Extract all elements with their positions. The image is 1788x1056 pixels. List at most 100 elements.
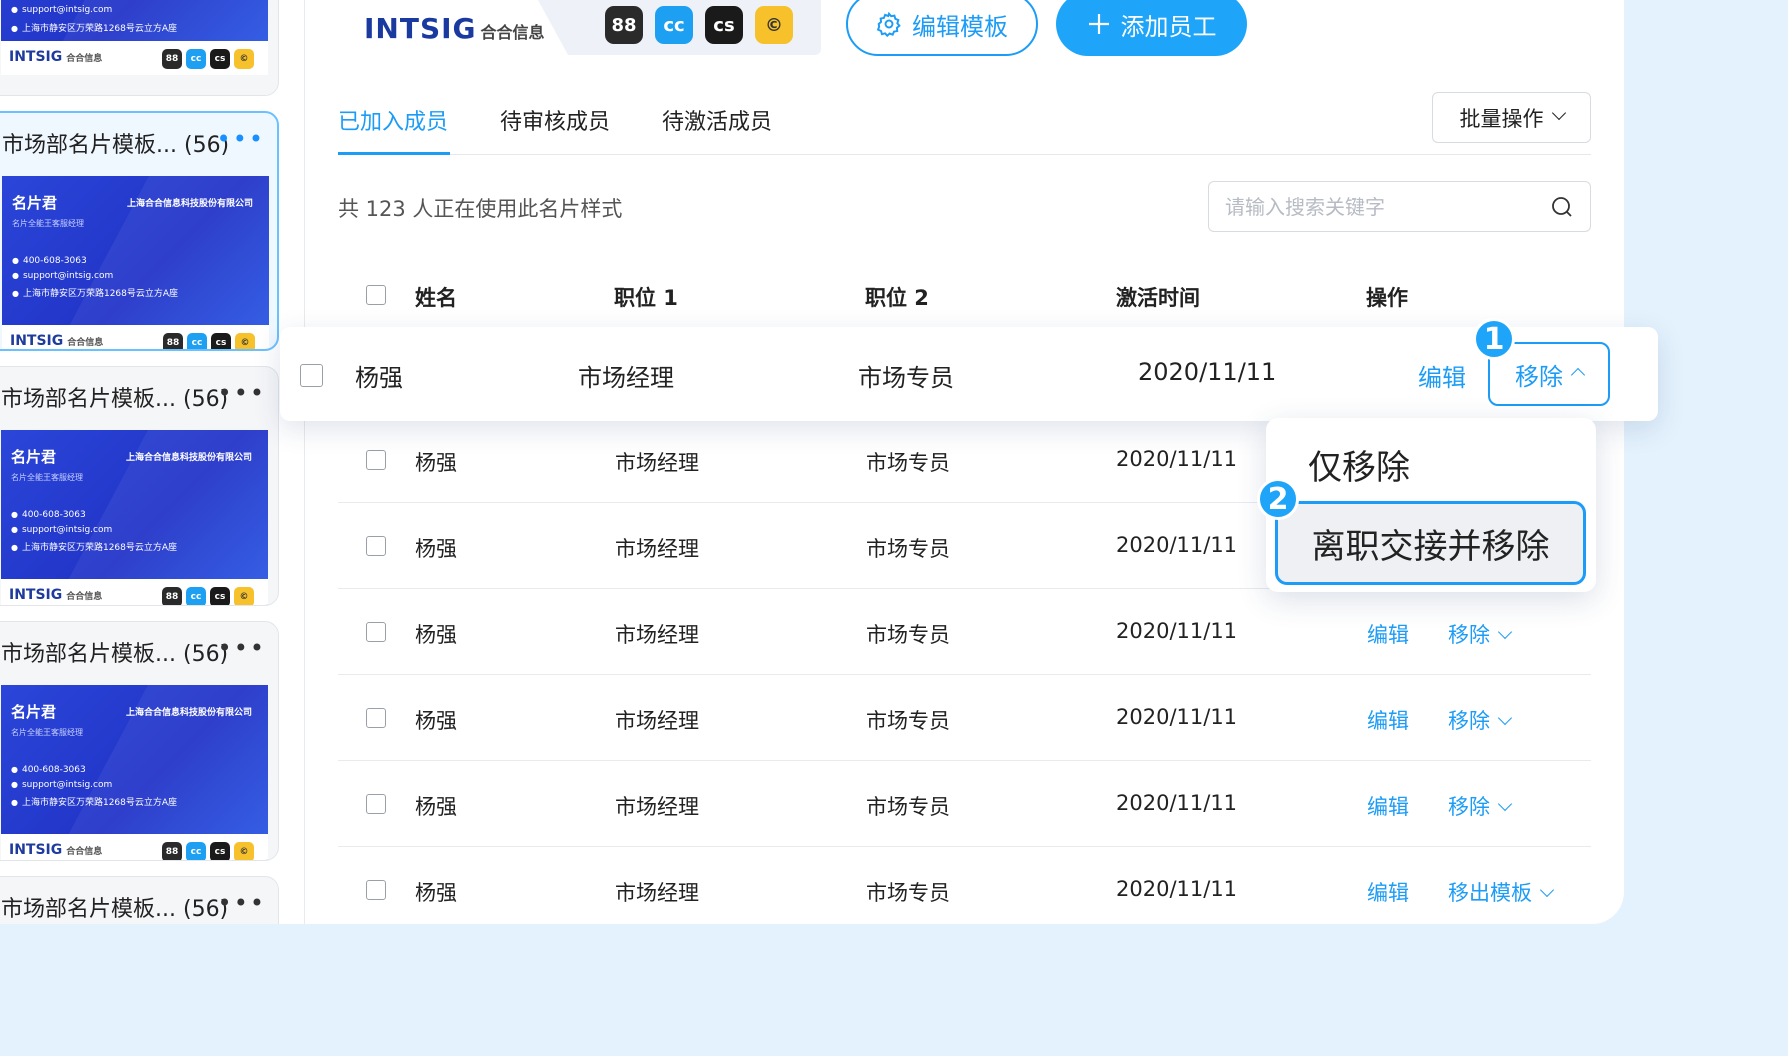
card-footer: INTSIG 合合信息 88 cc cs © [1, 834, 268, 860]
more-icon[interactable]: ••• [217, 127, 265, 151]
app-icon-shield: © [234, 587, 254, 605]
app-icon-shield: © [234, 49, 254, 69]
row-checkbox[interactable] [366, 450, 386, 470]
cell-position2: 市场专员 [866, 709, 950, 733]
batch-actions-dropdown[interactable]: 批量操作 [1432, 92, 1591, 143]
menu-item-remove-only[interactable]: 仅移除 [1308, 440, 1410, 489]
card-preview: 名片君 名片全能王客服经理 上海合合信息科技股份有限公司 400-608-306… [1, 685, 268, 860]
row-checkbox[interactable] [366, 622, 386, 642]
card-company: 上海合合信息科技股份有限公司 [125, 453, 252, 463]
app-icon-cs: cs [211, 333, 231, 349]
app-icon-88: 88 [162, 842, 182, 860]
more-icon[interactable]: ••• [218, 891, 266, 915]
cell-name: 杨强 [415, 795, 457, 819]
search-icon[interactable] [1550, 195, 1574, 219]
card-phone: 400-608-3063 [12, 256, 87, 266]
table-row-hovered: 杨强 市场经理 市场专员 2020/11/11 编辑 移除 [280, 327, 1658, 421]
more-icon[interactable]: ••• [218, 636, 266, 660]
edit-link[interactable]: 编辑 [1418, 358, 1466, 393]
template-item-selected[interactable]: 市场部名片模板... (56) ••• 名片君 名片全能王客服经理 上海合合信息… [0, 111, 279, 351]
app-icon-88: 88 [162, 587, 182, 605]
edit-template-label: 编辑模板 [912, 12, 1008, 41]
template-item[interactable]: 市场部名片模板... (56) ••• 名片君 名片全能王客服经理 上海合合信息… [0, 621, 279, 861]
template-header: 市场部名片模板... (56) ••• [0, 877, 278, 924]
row-checkbox[interactable] [300, 364, 323, 387]
template-item[interactable]: 市场部名片模板... (56) ••• 名片君 名片全能王客服经理 上海合合信息… [0, 366, 279, 606]
card-footer: INTSIG 合合信息 88 cc cs © [1, 41, 268, 75]
cell-position1: 市场经理 [615, 623, 699, 647]
app-icon-88: 88 [162, 49, 182, 69]
card-company: 上海合合信息科技股份有限公司 [125, 708, 252, 718]
cell-time: 2020/11/11 [1116, 619, 1238, 643]
app-icon-shield: © [755, 6, 793, 44]
cell-time: 2020/11/11 [1116, 533, 1238, 557]
cell-position2: 市场专员 [866, 795, 950, 819]
card-phone: 400-608-3063 [11, 765, 86, 775]
edit-template-button[interactable]: 编辑模板 [846, 0, 1038, 56]
cell-time: 2020/11/11 [1116, 447, 1238, 471]
chevron-down-icon [1497, 710, 1513, 726]
card-address: 上海市静安区万荣路1268号云立方A座 [11, 21, 177, 34]
table-row: 杨强 市场经理 市场专员 2020/11/11 编辑 移除 [338, 589, 1591, 675]
template-name: 市场部名片模板... (56) [1, 897, 229, 922]
row-checkbox[interactable] [366, 708, 386, 728]
edit-link[interactable]: 编辑 [1367, 877, 1409, 907]
intsig-logo: INTSIG 合合信息 [9, 842, 103, 858]
row-checkbox[interactable] [366, 880, 386, 900]
card-email: support@intsig.com [11, 780, 112, 790]
card-email: support@intsig.com [12, 271, 113, 281]
menu-item-handover-and-remove[interactable]: 离职交接并移除 [1275, 501, 1586, 585]
card-phone: 400-608-3063 [11, 510, 86, 520]
template-header: 市场部名片模板... (56) ••• [0, 367, 278, 427]
edit-link[interactable]: 编辑 [1367, 619, 1409, 649]
card-name: 名片君 [11, 703, 57, 721]
header-name: 姓名 [415, 286, 457, 310]
app-icons: 88 cc cs © [605, 6, 793, 44]
intsig-logo: INTSIG 合合信息 [9, 49, 103, 65]
template-sidebar: support@intsig.com 上海市静安区万荣路1268号云立方A座 I… [0, 0, 305, 924]
table-row: 杨强 市场经理 市场专员 2020/11/11 编辑 移除 [338, 761, 1591, 847]
cell-position2: 市场专员 [866, 881, 950, 905]
app-badges: 88 cc cs © [163, 333, 255, 349]
search-box[interactable] [1208, 181, 1591, 232]
template-item[interactable]: 市场部名片模板... (56) ••• [0, 876, 279, 924]
card-preview: 名片君 名片全能王客服经理 上海合合信息科技股份有限公司 400-608-306… [1, 430, 268, 605]
app-icon-88: 88 [163, 333, 183, 349]
template-header: 市场部名片模板... (56) ••• [0, 113, 277, 173]
remove-label: 移除 [1448, 623, 1490, 647]
row-checkbox[interactable] [366, 536, 386, 556]
chevron-down-icon [1497, 796, 1513, 812]
app-icon-cs: cs [210, 587, 230, 605]
cell-time: 2020/11/11 [1116, 791, 1238, 815]
tab-pending-review[interactable]: 待审核成员 [500, 104, 610, 136]
template-item[interactable]: support@intsig.com 上海市静安区万荣路1268号云立方A座 I… [0, 0, 279, 96]
cell-position1: 市场经理 [615, 451, 699, 475]
app-badges: 88 cc cs © [162, 49, 254, 69]
tab-joined[interactable]: 已加入成员 [338, 104, 448, 136]
remove-dropdown[interactable]: 移除 [1448, 619, 1513, 649]
cell-name: 杨强 [415, 451, 457, 475]
tab-pending-activation[interactable]: 待激活成员 [662, 104, 772, 136]
template-name: 市场部名片模板... (56) [2, 133, 230, 158]
edit-link[interactable]: 编辑 [1367, 705, 1409, 735]
chevron-down-icon [1551, 105, 1566, 120]
chevron-down-icon [1497, 624, 1513, 640]
cell-position2: 市场专员 [866, 451, 950, 475]
select-all-checkbox[interactable] [366, 285, 386, 305]
batch-label: 批量操作 [1459, 106, 1544, 131]
more-icon[interactable]: ••• [218, 381, 266, 405]
move-out-template-dropdown[interactable]: 移出模板 [1448, 877, 1555, 907]
row-checkbox[interactable] [366, 794, 386, 814]
member-tabs: 已加入成员 待审核成员 待激活成员 [338, 98, 1591, 155]
header-actions: 操作 [1366, 286, 1408, 310]
cell-position1: 市场经理 [615, 795, 699, 819]
header-position2: 职位 2 [865, 286, 929, 310]
card-email: support@intsig.com [11, 525, 112, 535]
remove-dropdown[interactable]: 移除 [1448, 791, 1513, 821]
edit-link[interactable]: 编辑 [1367, 791, 1409, 821]
remove-dropdown[interactable]: 移除 [1448, 705, 1513, 735]
step-marker-2: 2 [1257, 478, 1299, 520]
app-badges: 88 cc cs © [162, 587, 254, 605]
search-input[interactable] [1225, 194, 1550, 219]
add-employee-button[interactable]: 添加员工 [1056, 0, 1247, 56]
